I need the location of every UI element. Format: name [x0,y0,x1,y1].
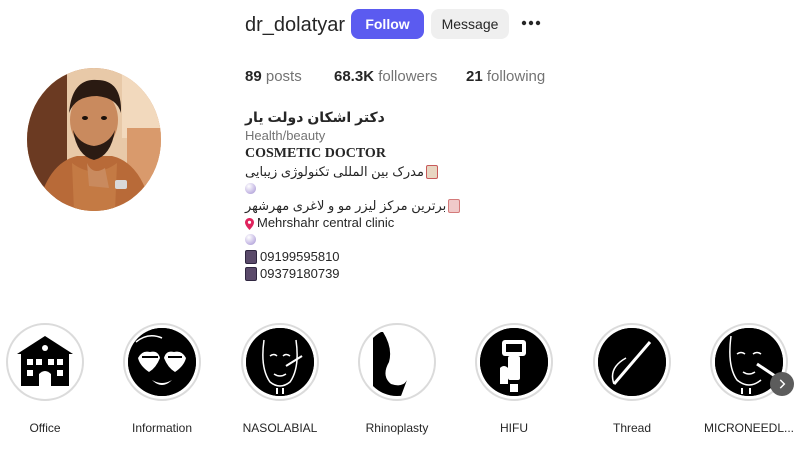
highlight-thread[interactable]: Thread [587,323,677,435]
bubble-icon [245,234,256,245]
phone-number-1: 09199595810 [260,249,340,264]
highlight-label: HIFU [500,421,528,435]
display-name: دکتر اشکان دولت یار [245,108,385,125]
profile-photo [27,68,161,211]
bio-bubble-row-2 [245,231,525,248]
hospital-icon [448,198,461,213]
bio-heading: COSMETIC DOCTOR [245,146,386,161]
highlight-label: NASOLABIAL [242,421,318,435]
posts-count: 89 [245,68,262,85]
bio-certificate-text: مدرک بین المللی تکنولوژی زیبایی [245,164,424,179]
highlight-ring [475,323,553,401]
highlight-ring [241,323,319,401]
bio-line-phone1: 09199595810 [245,248,525,265]
profile-avatar[interactable] [27,68,161,211]
highlights-next-button[interactable] [770,372,794,396]
profile-username: dr_dolatyar [245,14,346,36]
message-button[interactable]: Message [431,9,509,39]
phone-number-2: 09379180739 [260,266,340,281]
highlight-label: Information [131,421,193,435]
bio-line-phone2: 09379180739 [245,265,525,282]
bio-line-certificate: مدرک بین المللی تکنولوژی زیبایی [245,163,525,180]
bio-bubble-row-1 [245,180,525,197]
category-label: Health/beauty [245,128,326,143]
building-icon [11,328,79,396]
face-injection-icon [246,328,314,396]
phone-icon [245,266,257,281]
posts-label: posts [265,68,302,85]
highlight-ring [593,323,671,401]
highlight-ring [358,323,436,401]
posts-stat: 89 posts [245,68,302,86]
bio-line-center: برترین مرکز لیزر مو و لاغری مهرشهر [245,197,525,214]
highlight-label: Rhinoplasty [365,421,429,435]
location-pin-icon [245,217,254,230]
highlight-hifu[interactable]: HIFU [469,323,559,435]
chevron-right-icon [779,379,786,389]
bubble-icon [245,183,256,194]
following-count: 21 [466,68,483,85]
clipboard-icon [425,164,438,179]
bio-center-text: برترین مرکز لیزر مو و لاغری مهرشهر [245,198,447,213]
followers-stat[interactable]: 68.3K followers [334,68,437,86]
bio-line-location: Mehrshahr central clinic [245,214,525,231]
highlight-information[interactable]: Information [117,323,207,435]
followers-label: followers [378,68,438,85]
followers-count: 68.3K [334,68,375,85]
hifu-device-icon [480,328,548,396]
highlight-nasolabial[interactable]: NASOLABIAL [235,323,325,435]
more-options-icon[interactable] [520,12,542,34]
highlight-office[interactable]: Office [0,323,90,435]
highlight-label: Office [29,421,61,435]
highlight-label: Thread [612,421,652,435]
thread-needle-icon [598,328,666,396]
profile-bio: دکتر اشکان دولت یار Health/beauty COSMET… [245,107,525,282]
highlight-rhinoplasty[interactable]: Rhinoplasty [352,323,442,435]
following-stat[interactable]: 21 following [466,68,545,86]
location-text: Mehrshahr central clinic [257,215,395,230]
following-label: following [486,68,546,85]
phone-icon [245,249,257,264]
heart-sunglasses-face-icon [128,328,196,396]
follow-button[interactable]: Follow [351,9,424,39]
highlight-ring [6,323,84,401]
nose-profile-icon [363,328,431,396]
highlight-label: MICRONEEDL... [704,421,794,435]
highlight-ring [123,323,201,401]
